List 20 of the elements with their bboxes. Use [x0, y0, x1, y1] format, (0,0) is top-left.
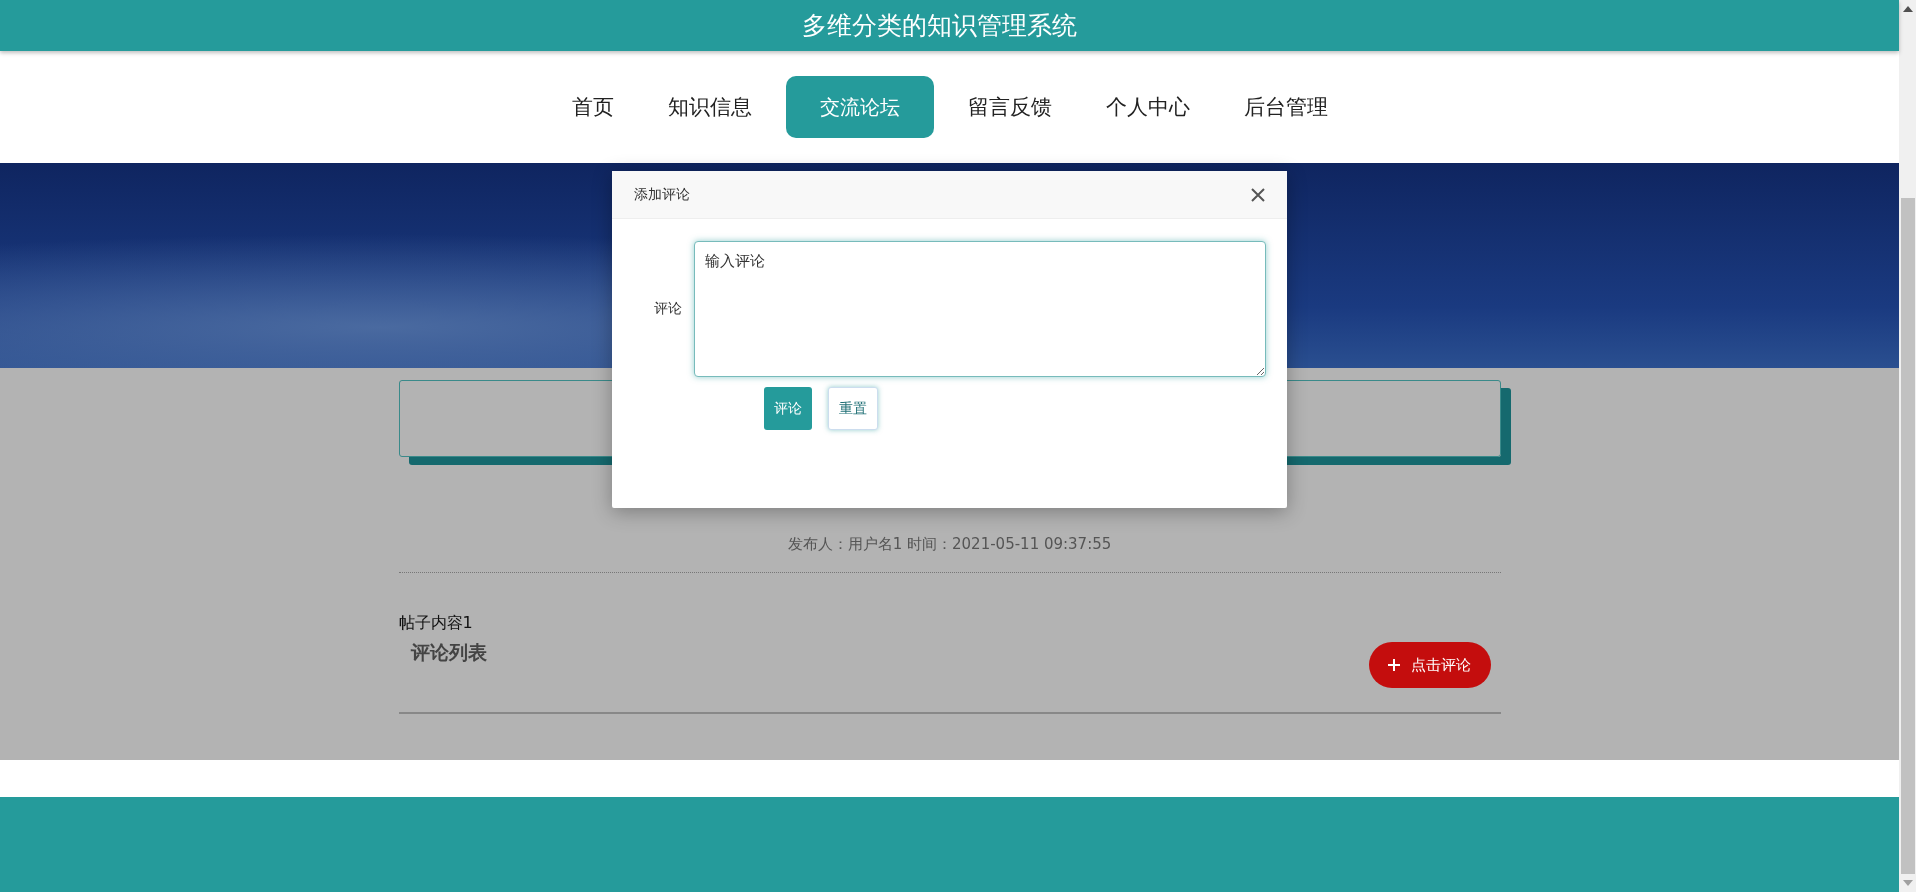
dialog-title: 添加评论 [634, 185, 690, 204]
site-title: 多维分类的知识管理系统 [802, 10, 1078, 42]
nav-tab[interactable]: 知识信息 [647, 76, 772, 138]
comment-input[interactable]: 输入评论 [694, 241, 1266, 377]
field-label: 评论 [653, 300, 682, 318]
scroll-down-icon[interactable] [1902, 880, 1913, 886]
comments-heading: 评论列表 [409, 640, 487, 665]
reset-button[interactable]: 重置 [828, 387, 878, 430]
scrollbar[interactable] [1899, 0, 1916, 892]
plus-icon [1386, 658, 1401, 672]
nav-tab[interactable]: 个人中心 [1085, 76, 1210, 138]
nav-tab[interactable]: 留言反馈 [947, 76, 1072, 138]
add-comment-button[interactable]: 点击评论 [1368, 642, 1491, 688]
post-content: 帖子内容1 [398, 613, 474, 634]
close-icon[interactable] [1251, 187, 1265, 202]
post-meta: 发布人：用户名1 时间：2021-05-11 09:37:55 [787, 535, 1112, 554]
nav-tab[interactable]: 后台管理 [1223, 76, 1348, 138]
nav-tab[interactable]: 首页 [551, 76, 634, 138]
scrollbar-thumb[interactable] [1900, 198, 1915, 874]
scroll-up-icon[interactable] [1902, 6, 1913, 12]
